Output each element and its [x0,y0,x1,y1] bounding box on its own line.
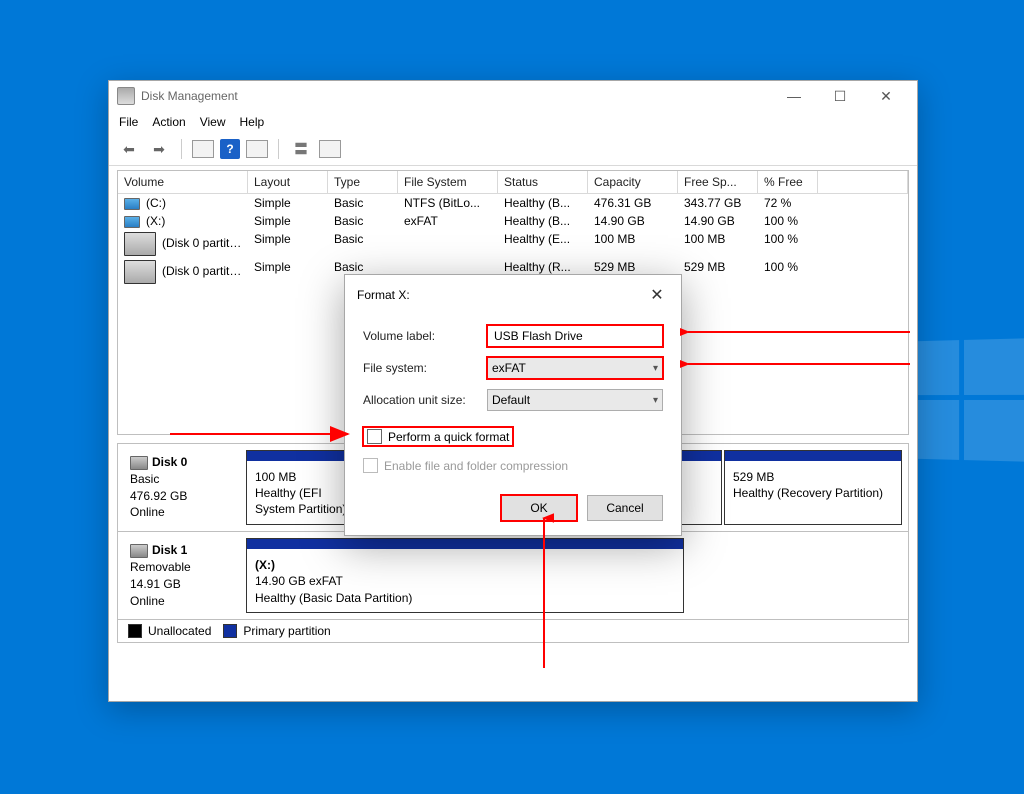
col-filesystem[interactable]: File System [398,171,498,194]
volume-row[interactable]: (C:)SimpleBasicNTFS (BitLo...Healthy (B.… [118,194,908,212]
help-icon[interactable]: ? [220,139,240,159]
chevron-down-icon: ▾ [653,395,658,406]
chevron-down-icon: ▾ [653,363,658,374]
titlebar[interactable]: Disk Management — ☐ ✕ [109,81,917,111]
menubar: File Action View Help [109,111,917,135]
properties-icon[interactable] [319,140,341,158]
volume-icon [124,260,156,284]
col-pctfree[interactable]: % Free [758,171,818,194]
col-type[interactable]: Type [328,171,398,194]
disk-row-1: Disk 1 Removable 14.91 GB Online (X:) 14… [118,532,908,619]
dialog-titlebar[interactable]: Format X: ✕ [345,275,681,315]
col-status[interactable]: Status [498,171,588,194]
volume-icon [124,216,140,228]
allocation-size-label: Allocation unit size: [363,393,487,407]
close-button[interactable]: ✕ [863,81,909,111]
toolbar: ⬅ ➡ ? 〓 [109,135,917,166]
dialog-close-icon[interactable]: ✕ [645,283,669,307]
menu-file[interactable]: File [119,115,138,129]
minimize-button[interactable]: — [771,81,817,111]
allocation-size-select[interactable]: Default ▾ [487,389,663,411]
menu-help[interactable]: Help [240,115,265,129]
menu-view[interactable]: View [200,115,226,129]
window-title: Disk Management [141,89,771,103]
filesystem-select[interactable]: exFAT ▾ [487,357,663,379]
volume-list-header: Volume Layout Type File System Status Ca… [118,171,908,194]
format-dialog: Format X: ✕ Volume label: File system: e… [344,274,682,536]
volume-icon [124,232,156,256]
disk-icon [130,544,148,558]
col-capacity[interactable]: Capacity [588,171,678,194]
menu-action[interactable]: Action [152,115,185,129]
legend: Unallocated Primary partition [117,620,909,643]
quick-format-label: Perform a quick format [388,430,509,444]
col-free[interactable]: Free Sp... [678,171,758,194]
col-layout[interactable]: Layout [248,171,328,194]
legend-swatch-primary [223,624,237,638]
quick-format-checkbox[interactable] [367,429,382,444]
volume-row[interactable]: (Disk 0 partition 1)SimpleBasicHealthy (… [118,230,908,258]
compression-checkbox [363,458,378,473]
col-volume[interactable]: Volume [118,171,248,194]
disk-icon [130,456,148,470]
volume-icon [124,198,140,210]
dialog-title: Format X: [357,288,645,302]
view-icon[interactable] [192,140,214,158]
refresh-icon[interactable] [246,140,268,158]
legend-swatch-unallocated [128,624,142,638]
actions-icon[interactable]: 〓 [289,137,313,161]
volume-row[interactable]: (X:)SimpleBasicexFATHealthy (B...14.90 G… [118,212,908,230]
forward-icon[interactable]: ➡ [147,137,171,161]
volume-label-label: Volume label: [363,329,487,343]
filesystem-label: File system: [363,361,487,375]
app-icon [117,87,135,105]
volume-label-input[interactable] [487,325,663,347]
partition[interactable]: 529 MB Healthy (Recovery Partition) [724,450,902,525]
partition[interactable]: (X:) 14.90 GB exFAT Healthy (Basic Data … [246,538,684,613]
ok-button[interactable]: OK [501,495,577,521]
compression-label: Enable file and folder compression [384,459,568,473]
back-icon[interactable]: ⬅ [117,137,141,161]
cancel-button[interactable]: Cancel [587,495,663,521]
windows-logo [906,338,1024,461]
maximize-button[interactable]: ☐ [817,81,863,111]
